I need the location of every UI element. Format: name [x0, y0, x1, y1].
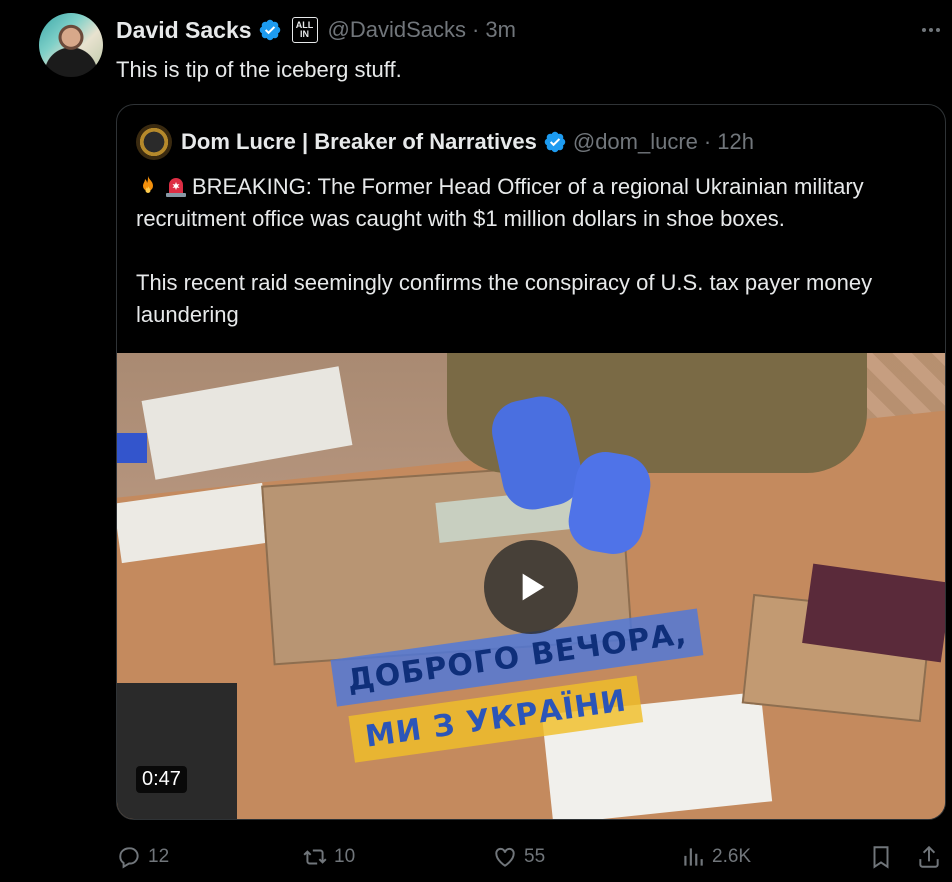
verified-badge-icon[interactable]: [258, 18, 282, 42]
affiliate-badge-icon[interactable]: ALL IN: [291, 17, 318, 43]
quoted-tweet-timestamp[interactable]: 12h: [717, 129, 754, 155]
reply-count: 12: [148, 846, 170, 867]
video-frame-object: [117, 433, 147, 463]
share-icon: [919, 845, 939, 868]
more-options-icon[interactable]: [916, 18, 946, 42]
quoted-tweet-header: Dom Lucre | Breaker of Narratives @dom_l…: [181, 126, 754, 158]
bookmark-icon: [873, 846, 889, 869]
quoted-author-handle[interactable]: @dom_lucre: [573, 129, 698, 155]
video-frame-paper: [141, 366, 353, 480]
author-handle[interactable]: @DavidSacks: [328, 17, 467, 43]
heart-icon: [495, 847, 515, 867]
separator: ·: [472, 17, 480, 42]
tweet-actions: 12 10 55 2.6K: [116, 840, 946, 874]
tweet-header: David Sacks ALL IN @DavidSacks · 3m: [116, 14, 516, 46]
quoted-author-avatar[interactable]: [136, 124, 172, 160]
like-count: 55: [524, 846, 546, 867]
play-icon: [522, 573, 545, 601]
tweet-timestamp[interactable]: 3m: [485, 17, 516, 43]
siren-icon: [166, 178, 186, 197]
repost-button[interactable]: 10: [302, 840, 355, 874]
views-button[interactable]: 2.6K: [680, 840, 751, 874]
bookmark-button[interactable]: [868, 840, 894, 874]
video-duration: 0:47: [136, 766, 187, 793]
quoted-text-line: This recent raid seemingly confirms the …: [136, 270, 873, 295]
fire-icon: [143, 176, 153, 193]
quoted-text-line: BREAKING: The Former Head Officer of a r…: [192, 174, 864, 199]
quoted-author-name[interactable]: Dom Lucre | Breaker of Narratives: [181, 129, 537, 155]
reply-button[interactable]: 12: [116, 840, 169, 874]
author-name[interactable]: David Sacks: [116, 17, 252, 44]
verified-badge-icon[interactable]: [543, 130, 567, 154]
quoted-tweet-text: BREAKING: The Former Head Officer of a r…: [136, 171, 936, 331]
share-button[interactable]: [916, 840, 942, 874]
quoted-text-line: laundering: [136, 302, 239, 327]
reply-icon: [119, 847, 139, 869]
repost-icon: [303, 849, 327, 865]
quoted-text-line: recruitment office was caught with $1 mi…: [136, 206, 785, 231]
tweet[interactable]: David Sacks ALL IN @DavidSacks · 3m This…: [0, 0, 952, 882]
quoted-tweet[interactable]: Dom Lucre | Breaker of Narratives @dom_l…: [116, 104, 946, 820]
tweet-text: This is tip of the iceberg stuff.: [116, 57, 402, 82]
affiliate-badge-text: IN: [300, 29, 310, 39]
like-button[interactable]: 55: [492, 840, 545, 874]
repost-count: 10: [334, 846, 356, 867]
views-icon: [684, 848, 703, 866]
author-avatar[interactable]: [39, 13, 103, 77]
separator: ·: [703, 129, 712, 154]
video-player[interactable]: ДОБРОГО ВЕЧОРА, МИ З УКРАЇНИ 0:47: [117, 353, 945, 819]
views-count: 2.6K: [712, 846, 752, 867]
play-button[interactable]: [484, 540, 578, 634]
video-frame-shadow: [117, 683, 237, 819]
